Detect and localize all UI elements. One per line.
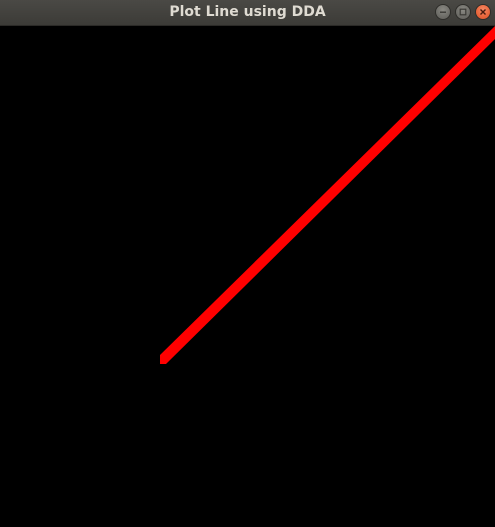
app-window: Plot Line using DDA	[0, 0, 495, 527]
title-bar[interactable]: Plot Line using DDA	[0, 0, 495, 26]
canvas-svg	[0, 26, 495, 527]
maximize-button[interactable]	[455, 4, 471, 20]
drawing-canvas[interactable]	[0, 26, 495, 527]
window-controls	[435, 4, 491, 22]
minimize-icon	[440, 11, 446, 13]
close-icon	[480, 9, 486, 15]
window-title: Plot Line using DDA	[169, 4, 326, 20]
minimize-button[interactable]	[435, 4, 451, 20]
maximize-icon	[459, 8, 467, 16]
close-button[interactable]	[475, 4, 491, 20]
